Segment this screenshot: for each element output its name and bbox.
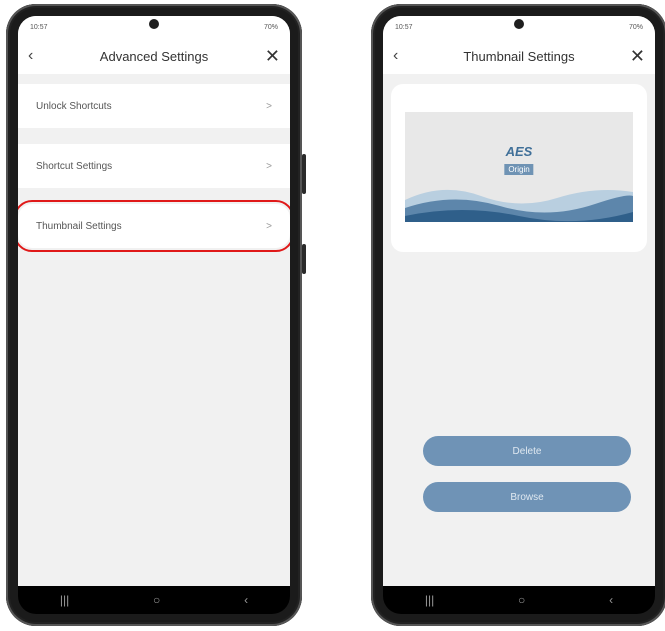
status-time: 10:57 bbox=[395, 23, 413, 31]
page-title: Advanced Settings bbox=[99, 48, 209, 64]
menu-item-label: Thumbnail Settings bbox=[36, 220, 122, 232]
logo-text: AES bbox=[505, 144, 533, 159]
home-icon[interactable]: ○ bbox=[153, 593, 160, 607]
page-title: Thumbnail Settings bbox=[463, 48, 575, 64]
title-bar: ‹ Thumbnail Settings ✕ bbox=[383, 38, 655, 74]
browse-button[interactable]: Browse bbox=[423, 482, 631, 512]
chevron-right-icon: > bbox=[266, 100, 272, 112]
menu-item-label: Shortcut Settings bbox=[36, 160, 113, 172]
menu-item-unlock-shortcuts[interactable]: Unlock Shortcuts > bbox=[18, 84, 290, 128]
settings-list: Unlock Shortcuts > Shortcut Settings > T… bbox=[18, 74, 290, 274]
chevron-right-icon: > bbox=[266, 160, 272, 172]
volume-button bbox=[302, 154, 306, 194]
menu-item-thumbnail-settings[interactable]: Thumbnail Settings > bbox=[18, 200, 290, 252]
logo-badge: Origin bbox=[504, 164, 534, 175]
right-screen: 10:57 70% ‹ Thumbnail Settings ✕ AES Ori… bbox=[383, 16, 655, 586]
chevron-right-icon: > bbox=[266, 220, 272, 232]
title-bar: ‹ Advanced Settings ✕ bbox=[18, 38, 290, 74]
right-phone: 10:57 70% ‹ Thumbnail Settings ✕ AES Ori… bbox=[371, 4, 665, 626]
left-screen: 10:57 70% ‹ Advanced Settings ✕ Unlock S… bbox=[18, 16, 290, 586]
home-icon[interactable]: ○ bbox=[518, 593, 525, 607]
menu-item-label: Unlock Shortcuts bbox=[36, 100, 112, 112]
left-phone: 10:57 70% ‹ Advanced Settings ✕ Unlock S… bbox=[6, 4, 306, 626]
back-icon[interactable]: ‹ bbox=[393, 47, 413, 65]
back-icon[interactable]: ‹ bbox=[28, 47, 48, 65]
status-battery: 70% bbox=[263, 23, 278, 31]
thumbnail-image: AES Origin bbox=[405, 112, 633, 222]
recents-icon[interactable]: ||| bbox=[60, 593, 69, 607]
system-nav-bar: ||| ○ ‹ bbox=[383, 586, 655, 614]
nav-back-icon[interactable]: ‹ bbox=[244, 593, 248, 607]
status-time: 10:57 bbox=[30, 23, 48, 31]
front-camera-icon bbox=[149, 19, 159, 29]
close-icon[interactable]: ✕ bbox=[260, 46, 280, 67]
power-button bbox=[302, 244, 306, 274]
aes-logo: AES Origin bbox=[504, 144, 534, 177]
close-icon[interactable]: ✕ bbox=[625, 46, 645, 67]
system-nav-bar: ||| ○ ‹ bbox=[18, 586, 290, 614]
thumbnail-preview-card: AES Origin bbox=[391, 84, 647, 252]
nav-back-icon[interactable]: ‹ bbox=[609, 593, 613, 607]
status-battery: 70% bbox=[628, 23, 643, 31]
front-camera-icon bbox=[514, 19, 524, 29]
delete-button[interactable]: Delete bbox=[423, 436, 631, 466]
recents-icon[interactable]: ||| bbox=[425, 593, 434, 607]
menu-item-shortcut-settings[interactable]: Shortcut Settings > bbox=[18, 144, 290, 188]
